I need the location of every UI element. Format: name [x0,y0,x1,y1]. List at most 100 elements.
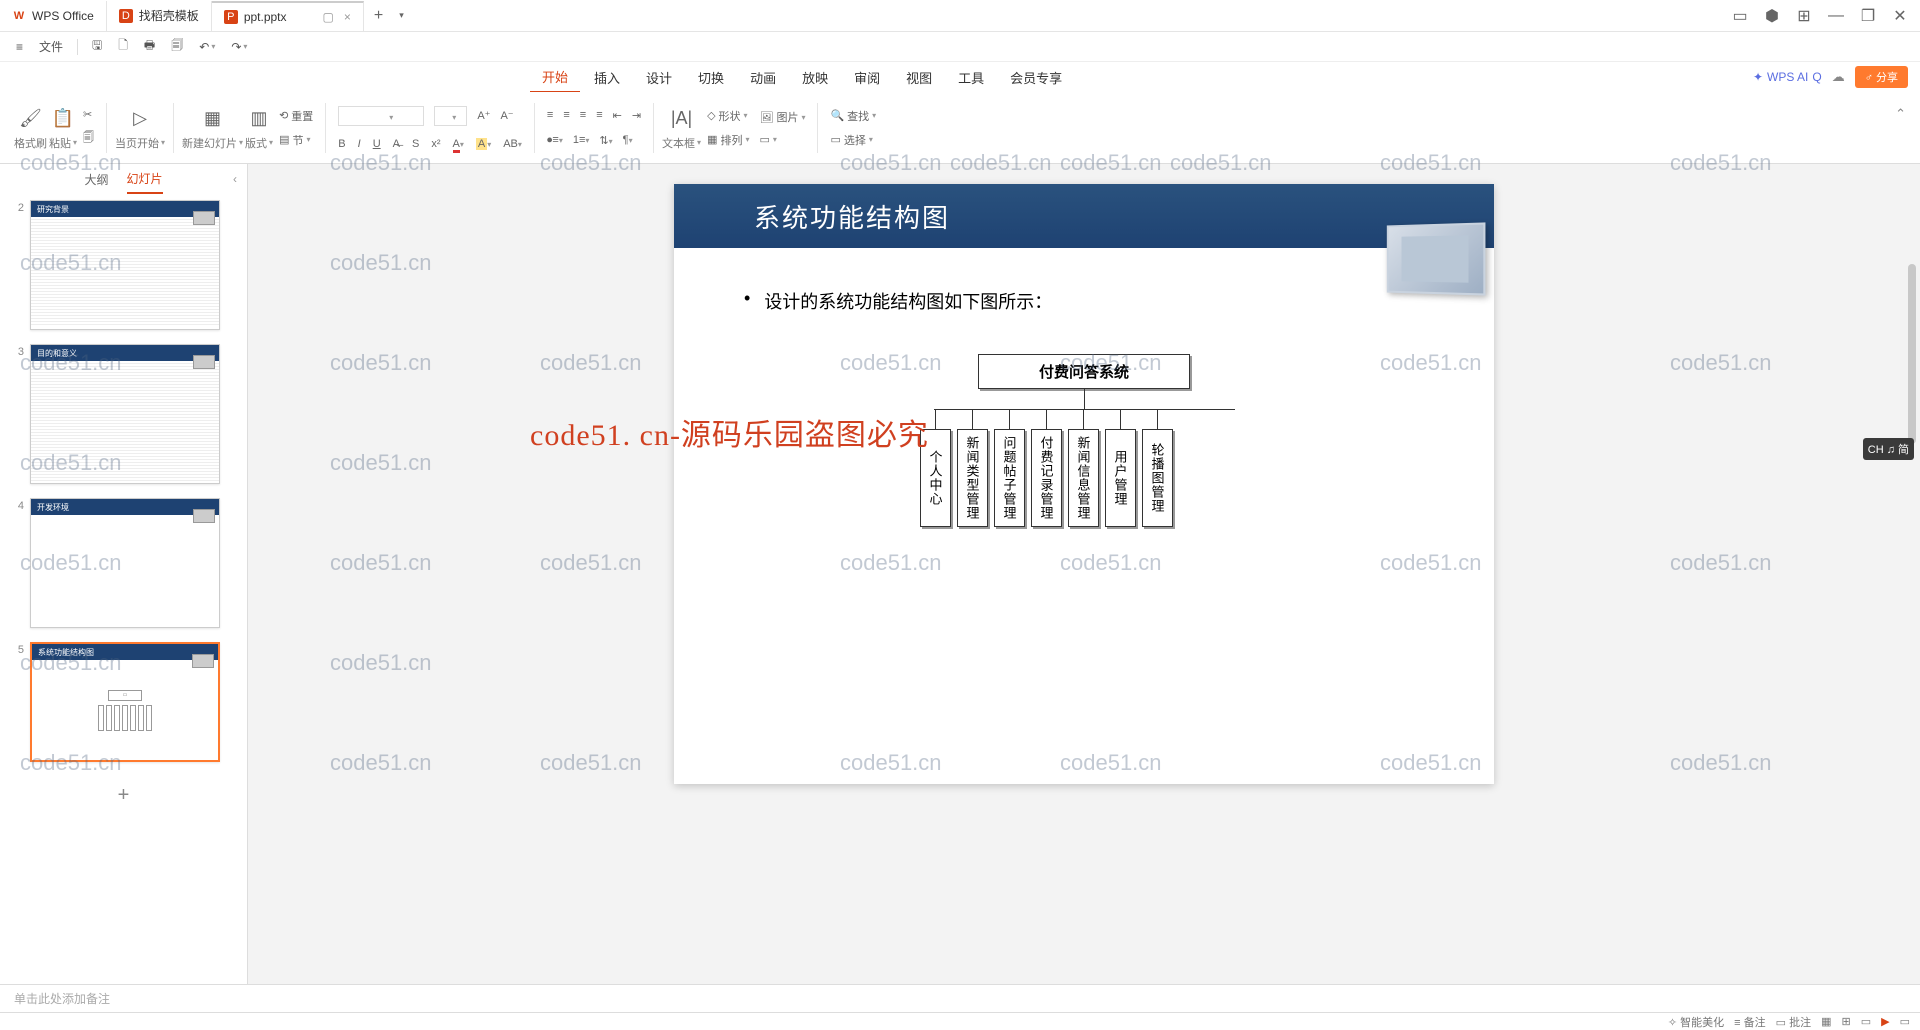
layout-button[interactable]: ▥版式▾ [245,105,273,151]
vertical-scrollbar[interactable] [1906,164,1918,944]
bold-button[interactable]: B [338,138,345,150]
menu-review[interactable]: 审阅 [842,63,892,92]
cut-button[interactable]: ✂ [79,106,98,123]
find-button[interactable]: 🔍 查找▾ [826,106,880,126]
slide-thumbnail[interactable]: 研究背景 [30,200,220,330]
preview-icon[interactable]: 🗐 [165,33,189,60]
decrease-font-icon[interactable]: A⁻ [500,109,513,122]
grid-icon[interactable]: ⊞ [1794,6,1814,26]
font-size-select[interactable]: ▾ [434,106,467,126]
format-painter-button[interactable]: 🖌格式刷 [14,105,47,151]
file-menu[interactable]: 文件 [33,35,69,58]
menu-insert[interactable]: 插入 [582,63,632,92]
font-family-select[interactable]: ▾ [338,106,424,126]
print-icon[interactable]: 🖶 [138,33,161,60]
view-sorter-icon[interactable]: ⊞ [1842,1015,1851,1028]
save-icon[interactable]: 🖫 [86,33,108,60]
indent-decrease-icon[interactable]: ⇤ [613,109,622,122]
new-slide-button[interactable]: ▦新建幻灯片▾ [182,105,243,151]
close-window-icon[interactable]: ✕ [1890,6,1910,26]
thumb-row[interactable]: 5 系统功能结构图 ▭ [10,642,237,762]
slide-thumbnail[interactable]: 开发环境 [30,498,220,628]
thumb-row[interactable]: 2 研究背景 [10,200,237,330]
start-slideshow-button[interactable]: ▷当页开始▾ [115,105,165,151]
select-button[interactable]: ▭ 选择▾ [826,130,880,150]
thumbnail-list[interactable]: 2 研究背景 3 目的和意义 4 开发环境 [0,194,247,984]
superscript-button[interactable]: x² [431,138,440,150]
undo-button[interactable]: ↶▾ [193,37,221,57]
cube-icon[interactable]: ⬢ [1762,6,1782,26]
arrange-button[interactable]: ▦ 排列▾ [703,130,753,150]
align-justify-icon[interactable]: ≡ [596,109,602,121]
align-left-icon[interactable]: ≡ [547,109,553,121]
line-spacing-icon[interactable]: ⇅▾ [599,134,612,147]
slide-thumbnail-selected[interactable]: 系统功能结构图 ▭ [30,642,220,762]
new-tab-button[interactable]: + [364,7,393,25]
collapse-ribbon-icon[interactable]: ⌃ [1895,106,1906,122]
picture-button[interactable]: 🖼 图片▾ [755,107,809,127]
slide-thumbnail[interactable]: 目的和意义 [30,344,220,484]
underline-button[interactable]: U [373,138,381,150]
change-case-button[interactable]: AB▾ [503,138,522,150]
menu-transition[interactable]: 切换 [686,63,736,92]
scrollbar-thumb[interactable] [1908,264,1916,444]
maximize-icon[interactable]: ❐ [1858,6,1878,26]
number-list-icon[interactable]: 1≡▾ [573,134,590,146]
comments-toggle[interactable]: ▭ 批注 [1776,1014,1811,1030]
tab-list-dropdown[interactable]: ▾ [393,10,410,21]
align-center-icon[interactable]: ≡ [563,109,569,121]
text-direction-icon[interactable]: ¶▾ [623,134,633,146]
view-reading-icon[interactable]: ▭ [1861,1015,1871,1028]
hamburger-icon[interactable]: ≡ [10,37,29,57]
redo-button[interactable]: ↷▾ [225,37,253,57]
menu-slideshow[interactable]: 放映 [790,63,840,92]
highlight-button[interactable]: A▾ [476,138,491,150]
increase-font-icon[interactable]: A⁺ [477,109,490,122]
share-button[interactable]: ♂ 分享 [1855,66,1908,88]
menu-tools[interactable]: 工具 [946,63,996,92]
slides-tab[interactable]: 幻灯片 [127,165,163,194]
menu-member[interactable]: 会员专享 [998,63,1074,92]
ime-indicator[interactable]: CH ♫ 简 [1863,438,1914,460]
font-color-button[interactable]: A▾ [453,138,464,150]
tab-restore-icon[interactable]: ▢ [323,10,334,24]
textbox-button[interactable]: |A|文本框▾ [662,105,701,151]
outline-tab[interactable]: 大纲 [84,166,108,193]
notes-toggle[interactable]: ≡ 备注 [1734,1014,1765,1030]
close-icon[interactable]: × [344,10,351,24]
wps-ai-button[interactable]: ✦ WPS AI Q [1753,70,1822,84]
collapse-panel-icon[interactable]: ‹ [233,172,237,186]
thumb-row[interactable]: 4 开发环境 [10,498,237,628]
menu-design[interactable]: 设计 [634,63,684,92]
export-icon[interactable]: 🗋 [112,33,134,60]
reset-button[interactable]: ⟲ 重置 [275,106,317,126]
menu-start[interactable]: 开始 [530,62,580,93]
align-right-icon[interactable]: ≡ [580,109,586,121]
section-button[interactable]: ▤ 节▾ [275,130,317,150]
menu-animation[interactable]: 动画 [738,63,788,92]
slide-viewport[interactable]: 系统功能结构图 • 设计的系统功能结构图如下图所示： 付费问答系统 个人中心 新… [248,164,1920,984]
menu-view[interactable]: 视图 [894,63,944,92]
tab-template[interactable]: D 找稻壳模板 [107,1,212,31]
cloud-icon[interactable]: ☁ [1832,69,1845,85]
strikethrough-button[interactable]: S [412,138,419,150]
bullet-list-icon[interactable]: ⦁≡▾ [547,134,563,147]
italic-button[interactable]: I [358,138,361,150]
view-normal-icon[interactable]: ▦ [1821,1015,1831,1028]
add-slide-button[interactable]: + [10,776,237,815]
tab-document[interactable]: P ppt.pptx ▢ × [212,1,364,31]
fill-button[interactable]: ▭▾ [755,131,809,148]
notes-pane[interactable]: 单击此处添加备注 [0,984,1920,1012]
shapes-button[interactable]: ◇ 形状▾ [703,106,753,126]
panel-icon[interactable]: ▭ [1730,6,1750,26]
current-slide[interactable]: 系统功能结构图 • 设计的系统功能结构图如下图所示： 付费问答系统 个人中心 新… [674,184,1494,784]
zoom-out-icon[interactable]: ▭ [1900,1015,1910,1028]
strike-button[interactable]: A̶ [393,138,400,150]
smart-beautify-button[interactable]: ✧ 智能美化 [1668,1014,1724,1030]
view-slideshow-icon[interactable]: ▶ [1881,1015,1889,1028]
paste-button[interactable]: 📋粘贴▾ [49,105,77,151]
minimize-icon[interactable]: — [1826,6,1846,26]
thumb-row[interactable]: 3 目的和意义 [10,344,237,484]
tab-wps-home[interactable]: W WPS Office [0,1,107,31]
copy-button[interactable]: 🗐 [79,127,98,150]
